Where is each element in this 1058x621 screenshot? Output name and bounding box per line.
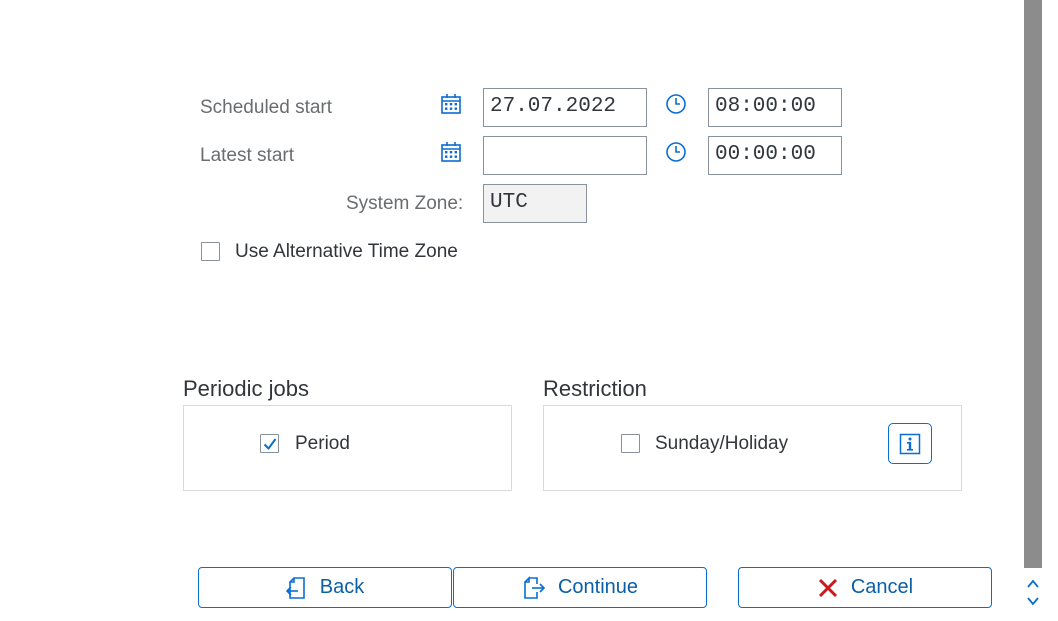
alt-time-zone-label: Use Alternative Time Zone [235,241,458,262]
schedule-dialog: Scheduled start 27.07.2022 08:00:00 Late… [0,0,1058,621]
calendar-icon[interactable] [440,93,462,115]
restriction-title: Restriction [543,376,647,401]
back-button-label: Back [319,576,365,598]
info-icon [899,433,921,454]
sunday-holiday-checkbox[interactable] [621,434,640,453]
back-icon [285,576,305,599]
scheduled-start-date-input[interactable]: 27.07.2022 [483,88,647,127]
calendar-icon[interactable] [440,141,462,163]
chevron-up-icon[interactable] [1025,577,1041,591]
scheduled-start-time-input[interactable]: 08:00:00 [708,88,842,127]
continue-icon [524,575,546,599]
period-label: Period [295,433,350,454]
latest-start-label: Latest start [200,145,294,166]
scheduled-start-label: Scheduled start [200,97,333,118]
period-checkbox[interactable] [260,434,279,453]
continue-button[interactable]: Continue [453,567,707,608]
cancel-button[interactable]: Cancel [738,567,992,608]
close-icon [818,578,837,597]
cancel-button-label: Cancel [850,576,914,598]
continue-button-label: Continue [557,576,639,598]
alt-time-zone-checkbox[interactable] [201,242,220,261]
back-button[interactable]: Back [198,567,452,608]
sunday-holiday-label: Sunday/Holiday [655,433,789,454]
latest-start-time-input[interactable]: 00:00:00 [708,136,842,175]
system-zone-label: System Zone: [346,193,464,214]
periodic-jobs-title: Periodic jobs [183,376,309,401]
checkmark-icon [263,438,277,451]
clock-icon[interactable] [665,141,687,163]
info-button[interactable] [888,423,932,464]
latest-start-date-input[interactable] [483,136,647,175]
clock-icon[interactable] [665,93,687,115]
chevron-down-icon[interactable] [1025,594,1041,608]
vertical-scrollbar[interactable] [1024,0,1042,568]
system-zone-field: UTC [483,184,587,223]
